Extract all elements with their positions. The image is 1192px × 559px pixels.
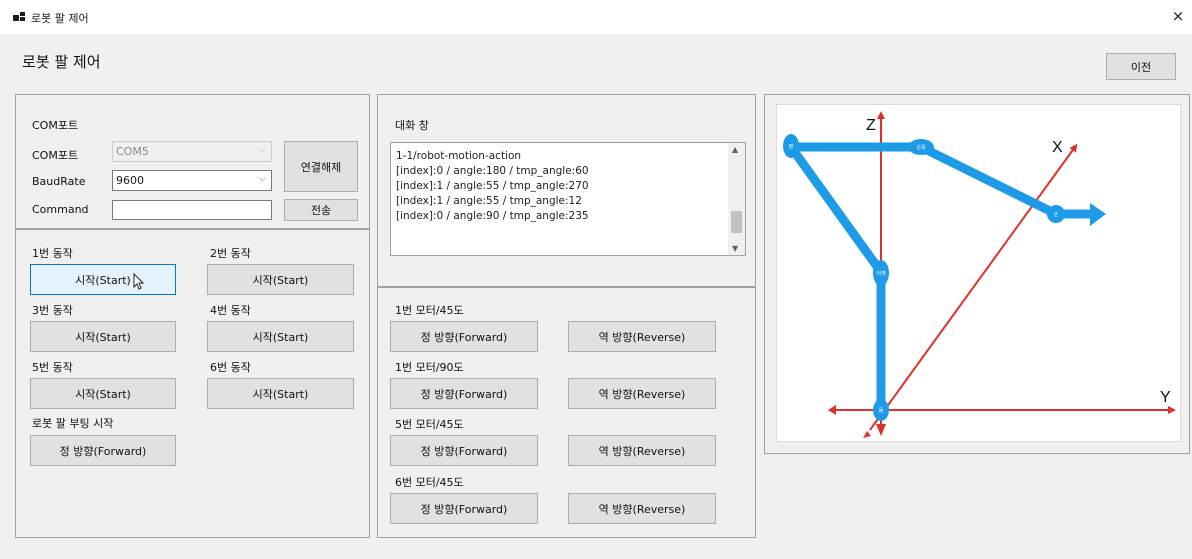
- action-1-label: 1번 동작: [32, 247, 73, 260]
- chat-line: [index]:0 / angle:90 / tmp_angle:235: [396, 210, 589, 222]
- motor-6-45-label: 6번 모터/45도: [395, 476, 464, 489]
- scroll-down-icon[interactable]: ▼: [732, 244, 738, 253]
- action-6-label: 6번 동작: [210, 361, 251, 374]
- motor-5-45-reverse-button[interactable]: 역 방향(Reverse): [568, 435, 716, 466]
- window-title: 로봇 팔 제어: [31, 12, 89, 25]
- chat-log-lines: 1-1/robot-motion-action [index]:0 / angl…: [396, 149, 589, 224]
- close-icon[interactable]: ×: [1168, 7, 1188, 25]
- action-5-label: 5번 동작: [32, 361, 73, 374]
- diagram-canvas: [776, 104, 1181, 442]
- motor-5-45-label: 5번 모터/45도: [395, 418, 464, 431]
- booting-forward-button[interactable]: 정 방향(Forward): [30, 435, 176, 466]
- send-button[interactable]: 전송: [284, 199, 358, 221]
- joint-label: 어깨: [876, 270, 886, 277]
- motor-5-45-forward-button[interactable]: 정 방향(Forward): [390, 435, 538, 466]
- motor-1-90-label: 1번 모터/90도: [395, 361, 464, 374]
- com-port-value: COM5: [116, 145, 149, 158]
- prev-button[interactable]: 이전: [1106, 53, 1176, 80]
- motor-1-45-forward-button[interactable]: 정 방향(Forward): [390, 321, 538, 352]
- motor-6-45-reverse-button[interactable]: 역 방향(Reverse): [568, 493, 716, 524]
- chat-line: 1-1/robot-motion-action: [396, 150, 522, 162]
- action-2-label: 2번 동작: [210, 247, 251, 260]
- action-4-start-button[interactable]: 시작(Start): [207, 321, 354, 352]
- axis-x-label: X: [1052, 139, 1063, 156]
- com-port-select[interactable]: COM5 ⌵: [112, 141, 272, 162]
- axis-z-label: Z: [866, 117, 876, 134]
- action-6-start-button[interactable]: 시작(Start): [207, 378, 354, 409]
- action-3-label: 3번 동작: [32, 304, 73, 317]
- chat-line: [index]:1 / angle:55 / tmp_angle:270: [396, 180, 589, 192]
- motor-1-90-forward-button[interactable]: 정 방향(Forward): [390, 378, 538, 409]
- action-1-start-button[interactable]: 시작(Start): [30, 264, 176, 295]
- scroll-up-icon[interactable]: ▲: [732, 145, 738, 154]
- action-4-label: 4번 동작: [210, 304, 251, 317]
- disconnect-button[interactable]: 연결해제: [284, 141, 358, 192]
- robot-arm-diagram: Z X Y 팔 손목 어깨 몸 손: [776, 104, 1181, 442]
- window-titlebar: 로봇 팔 제어 ×: [0, 0, 1192, 34]
- baud-rate-value: 9600: [116, 174, 144, 187]
- chat-scrollbar[interactable]: ▲ ▼: [728, 143, 745, 255]
- com-port-label: COM포트: [32, 149, 79, 162]
- chat-log[interactable]: 1-1/robot-motion-action [index]:0 / angl…: [390, 142, 746, 256]
- com-group-label: COM포트: [32, 119, 79, 132]
- chat-line: [index]:1 / angle:55 / tmp_angle:12: [396, 195, 582, 207]
- motor-1-90-reverse-button[interactable]: 역 방향(Reverse): [568, 378, 716, 409]
- motor-1-45-label: 1번 모터/45도: [395, 304, 464, 317]
- scroll-thumb[interactable]: [731, 211, 742, 233]
- joint-label: 손목: [916, 144, 926, 151]
- command-label: Command: [32, 203, 89, 216]
- action-2-start-button[interactable]: 시작(Start): [207, 264, 354, 295]
- baud-rate-select[interactable]: 9600 ⌵: [112, 170, 272, 191]
- chevron-down-icon: ⌵: [259, 145, 266, 155]
- joint-label: 몸: [879, 408, 884, 414]
- chevron-down-icon: ⌵: [259, 174, 266, 184]
- mouse-pointer-icon: [133, 273, 145, 290]
- axis-y-label: Y: [1160, 389, 1171, 406]
- baud-rate-label: BaudRate: [32, 175, 86, 188]
- action-5-start-button[interactable]: 시작(Start): [30, 378, 176, 409]
- motor-6-45-forward-button[interactable]: 정 방향(Forward): [390, 493, 538, 524]
- app-window-icon: [13, 12, 25, 21]
- action-3-start-button[interactable]: 시작(Start): [30, 321, 176, 352]
- command-input[interactable]: [112, 200, 272, 220]
- motor-1-45-reverse-button[interactable]: 역 방향(Reverse): [568, 321, 716, 352]
- joint-label: 손: [1054, 211, 1059, 218]
- booting-label: 로봇 팔 부팅 시작: [32, 417, 114, 430]
- chat-line: [index]:0 / angle:180 / tmp_angle:60: [396, 165, 589, 177]
- page-title: 로봇 팔 제어: [22, 53, 101, 71]
- chat-label: 대화 창: [395, 119, 429, 132]
- joint-label: 팔: [789, 143, 794, 150]
